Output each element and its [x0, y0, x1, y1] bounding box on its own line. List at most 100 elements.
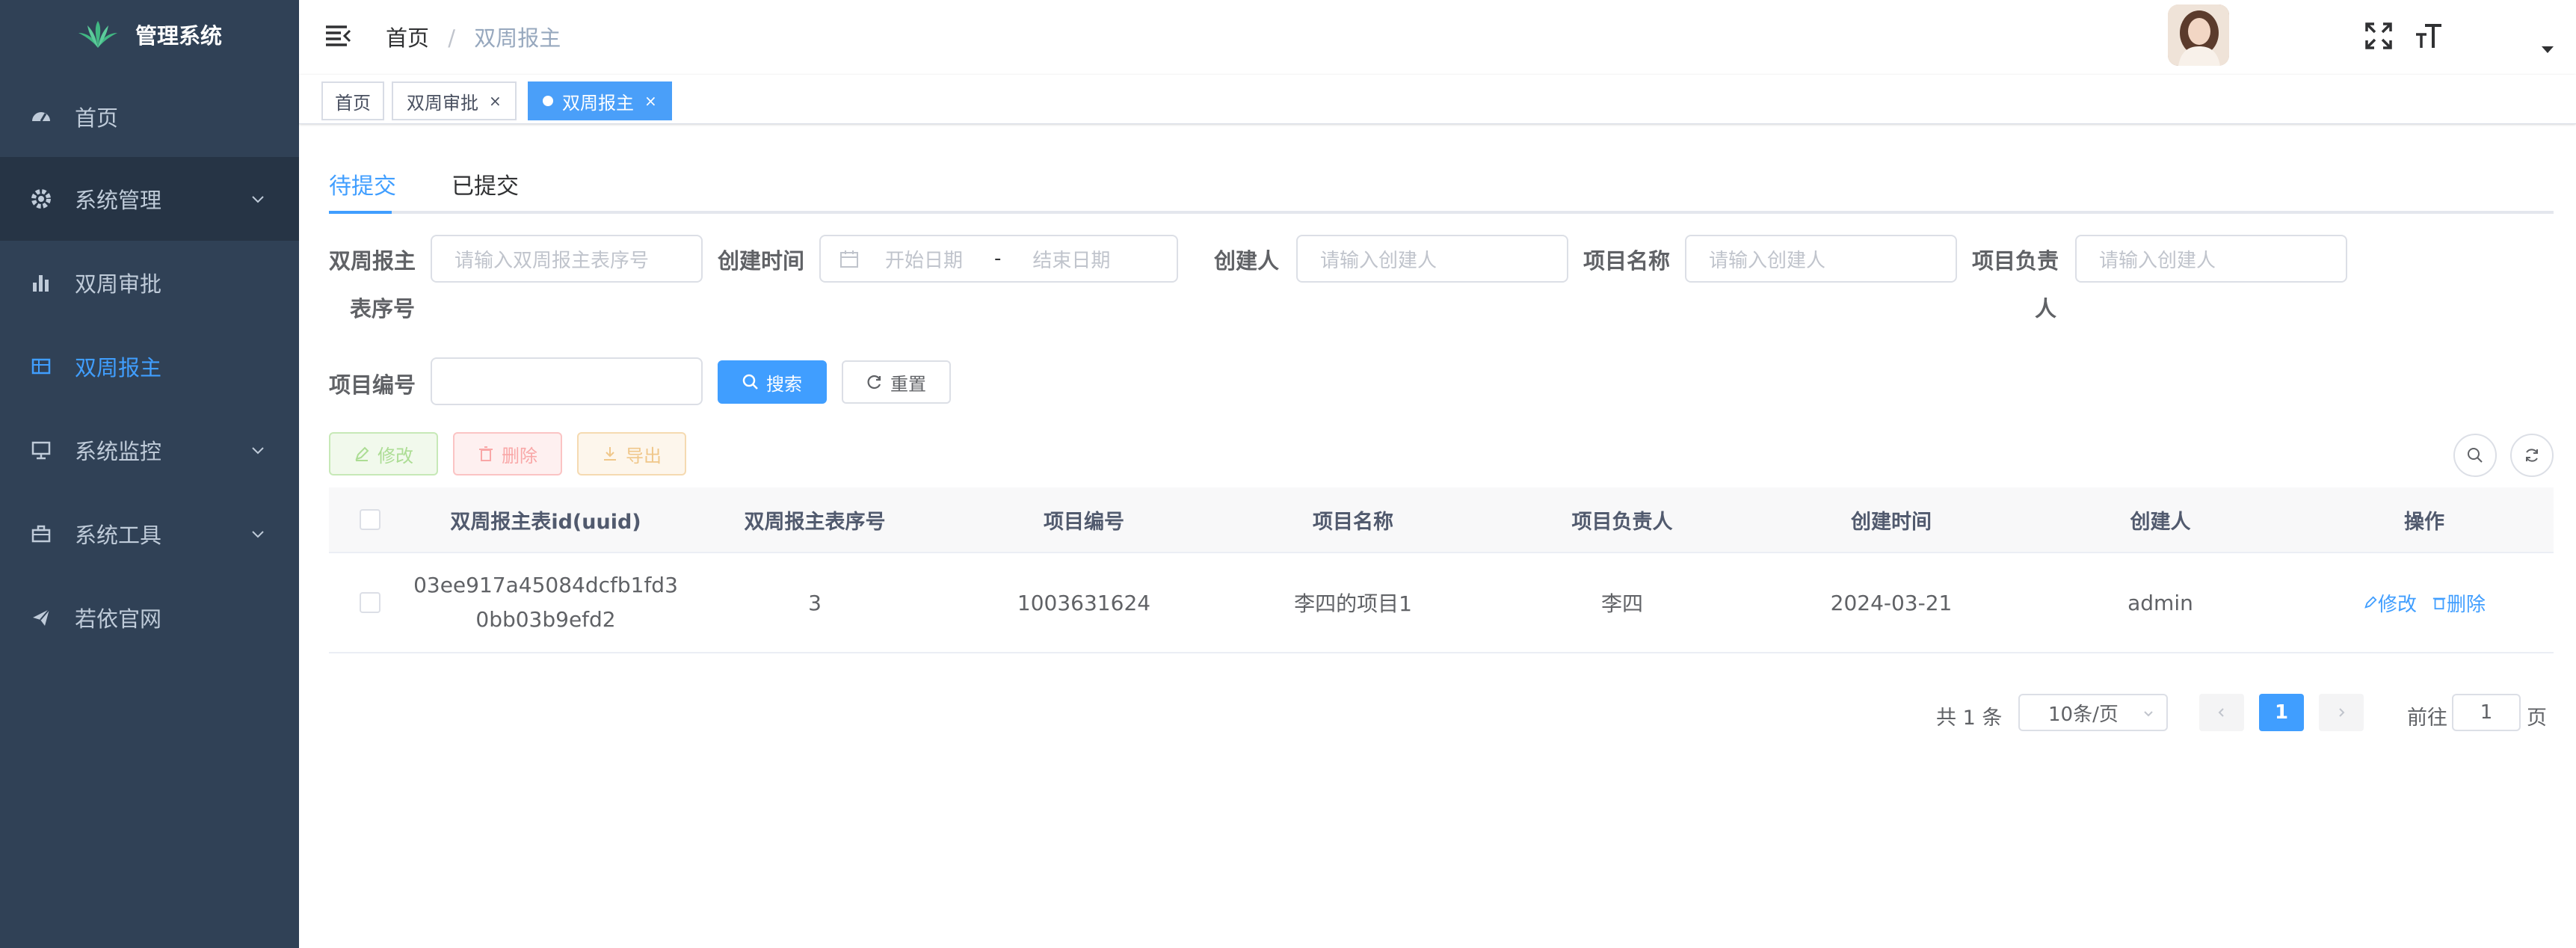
- uuid-line-2: 0bb03b9efd2: [475, 607, 616, 632]
- start-date-placeholder[interactable]: 开始日期: [885, 245, 963, 273]
- trash-icon: [479, 446, 493, 461]
- row-edit-label: 修改: [2377, 593, 2417, 616]
- column-header: 操作: [2404, 510, 2444, 534]
- row-checkbox[interactable]: [360, 592, 380, 613]
- row-delete-link[interactable]: 删除: [2432, 589, 2486, 617]
- date-range-picker[interactable]: 开始日期 - 结束日期: [819, 235, 1178, 283]
- actions-cell: 修改 删除: [2295, 553, 2554, 652]
- logo[interactable]: 管理系统: [0, 0, 299, 69]
- active-dot-icon: [543, 96, 553, 106]
- export-button[interactable]: 导出: [577, 432, 686, 475]
- sidebar-item-home[interactable]: 首页: [0, 75, 299, 158]
- avatar[interactable]: [2168, 4, 2229, 66]
- refresh-table-button[interactable]: [2510, 434, 2554, 477]
- hamburger-icon[interactable]: [324, 22, 351, 49]
- created-time-label: 创建时间: [718, 248, 805, 274]
- uuid-line-1: 03ee917a45084dcfb1fd3: [413, 573, 678, 597]
- edit-icon: [355, 446, 369, 461]
- serial-label-line2: 表序号: [350, 296, 416, 321]
- sidebar-item-label: 系统工具: [75, 523, 162, 548]
- close-icon[interactable]: ×: [644, 92, 657, 110]
- table-header: 双周报主表id(uuid) 双周报主表序号 项目编号 项目名称 项目负责人 创建…: [329, 487, 2554, 553]
- next-page-button[interactable]: [2319, 694, 2364, 731]
- paper-plane-icon: [30, 606, 52, 629]
- end-date-placeholder[interactable]: 结束日期: [1032, 245, 1110, 273]
- edit-button[interactable]: 修改: [329, 432, 438, 475]
- owner-label-line2: 人: [2035, 296, 2057, 321]
- font-size-icon[interactable]: [2415, 21, 2444, 51]
- reset-button-label: 重置: [890, 373, 926, 395]
- reset-button[interactable]: 重置: [842, 360, 951, 404]
- project-name-input[interactable]: 请输入创建人: [1685, 235, 1957, 283]
- refresh-icon: [867, 375, 881, 390]
- sidebar-item-biweekly-report[interactable]: 双周报主: [0, 324, 299, 408]
- tag-label: 双周审批: [407, 92, 478, 114]
- sidebar-item-label: 若依官网: [75, 606, 162, 632]
- owner-input[interactable]: 请输入创建人: [2075, 235, 2347, 283]
- search-button-label: 搜索: [766, 373, 802, 395]
- column-header: 项目编号: [1044, 510, 1124, 534]
- page-size-select[interactable]: 10条/页: [2018, 694, 2168, 731]
- sidebar-item-official-site[interactable]: 若依官网: [0, 576, 299, 659]
- column-header: 双周报主表id(uuid): [450, 510, 641, 534]
- toggle-search-button[interactable]: [2453, 434, 2497, 477]
- row-edit-link[interactable]: 修改: [2363, 589, 2417, 617]
- column-header: 项目名称: [1313, 510, 1393, 534]
- delete-button-label: 删除: [502, 445, 537, 467]
- edit-button-label: 修改: [378, 445, 413, 467]
- sidebar-item-label: 双周审批: [75, 271, 162, 297]
- prev-page-button[interactable]: [2199, 694, 2244, 731]
- creator-input[interactable]: 请输入创建人: [1296, 235, 1568, 283]
- tags-view: 首页 双周审批 × 双周报主 ×: [299, 75, 2576, 124]
- chevron-down-icon: [2144, 711, 2153, 717]
- bar-chart-icon: [30, 271, 52, 294]
- column-header: 创建时间: [1851, 510, 1932, 534]
- download-icon: [604, 447, 616, 461]
- project-code-input[interactable]: [431, 357, 703, 405]
- owner-label: 项目负责: [1972, 248, 2059, 274]
- serial-input[interactable]: 请输入双周报主表序号: [431, 235, 703, 283]
- sidebar-item-label: 首页: [75, 105, 119, 131]
- tag-biweekly-report[interactable]: 双周报主 ×: [528, 81, 672, 120]
- tag-label: 首页: [335, 92, 371, 114]
- tab-pending[interactable]: 待提交: [329, 167, 396, 200]
- sidebar-item-system-tools[interactable]: 系统工具: [0, 492, 299, 576]
- sidebar: 管理系统 首页 系统管理 双周审批 双周报主 系统监控 系统工具 若依官网: [0, 0, 299, 948]
- tag-home[interactable]: 首页: [321, 81, 384, 120]
- table-row[interactable]: 03ee917a45084dcfb1fd3 0bb03b9efd2 3 1003…: [329, 553, 2554, 653]
- dashboard-icon: [30, 105, 52, 128]
- sidebar-item-system-management[interactable]: 系统管理: [0, 157, 299, 241]
- project-name-cell: 李四的项目1: [1294, 591, 1412, 616]
- fullscreen-icon[interactable]: [2364, 21, 2394, 51]
- project-name-placeholder: 请输入创建人: [1709, 249, 1826, 272]
- page-number-current[interactable]: 1: [2259, 694, 2304, 731]
- project-code-cell: 1003631624: [1017, 590, 1151, 615]
- serial-label: 双周报主: [329, 248, 416, 274]
- owner-placeholder: 请输入创建人: [2099, 249, 2216, 272]
- delete-button[interactable]: 删除: [453, 432, 562, 475]
- row-checkbox-cell: [329, 553, 411, 652]
- breadcrumb-home[interactable]: 首页: [386, 25, 429, 51]
- logo-icon: [78, 21, 117, 48]
- search-button[interactable]: 搜索: [718, 360, 827, 404]
- sidebar-item-system-monitor[interactable]: 系统监控: [0, 408, 299, 492]
- created-cell: 2024-03-21: [1830, 590, 1953, 615]
- project-code-label: 项目编号: [329, 372, 416, 398]
- goto-page-input[interactable]: 1: [2452, 694, 2521, 731]
- range-separator: -: [994, 247, 1002, 270]
- caret-down-icon[interactable]: [2542, 46, 2554, 53]
- breadcrumb: 首页 / 双周报主: [386, 21, 561, 52]
- table-icon: [30, 355, 52, 378]
- tab-submitted[interactable]: 已提交: [452, 167, 519, 200]
- column-header: 双周报主表序号: [744, 510, 886, 534]
- sidebar-item-biweekly-approval[interactable]: 双周审批: [0, 241, 299, 324]
- edit-icon: [2364, 596, 2377, 609]
- select-all-checkbox[interactable]: [360, 509, 380, 530]
- sidebar-item-label: 系统管理: [75, 188, 162, 213]
- tag-biweekly-approval[interactable]: 双周审批 ×: [392, 81, 517, 120]
- gear-icon: [30, 188, 52, 210]
- creator-cell: admin: [2127, 590, 2193, 615]
- close-icon[interactable]: ×: [489, 92, 502, 110]
- breadcrumb-current: 双周报主: [474, 25, 561, 51]
- avatar-image: [2168, 4, 2229, 66]
